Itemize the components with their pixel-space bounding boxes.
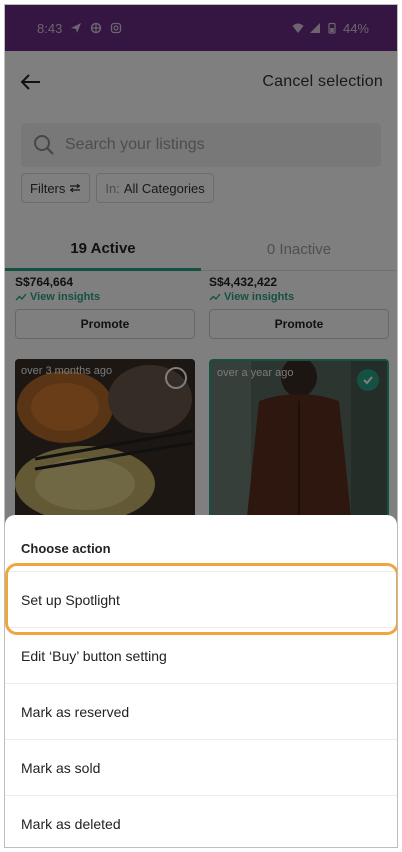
sheet-title: Choose action xyxy=(21,541,111,556)
app-frame: 8:43 44% Cancel selection Search your li… xyxy=(4,4,398,848)
action-set-up-spotlight[interactable]: Set up Spotlight xyxy=(5,571,397,627)
action-sheet: Choose action Set up Spotlight Edit ‘Buy… xyxy=(5,515,397,847)
action-mark-reserved[interactable]: Mark as reserved xyxy=(5,683,397,739)
action-edit-buy-button[interactable]: Edit ‘Buy’ button setting xyxy=(5,627,397,683)
action-mark-sold[interactable]: Mark as sold xyxy=(5,739,397,795)
action-mark-deleted[interactable]: Mark as deleted xyxy=(5,795,397,847)
